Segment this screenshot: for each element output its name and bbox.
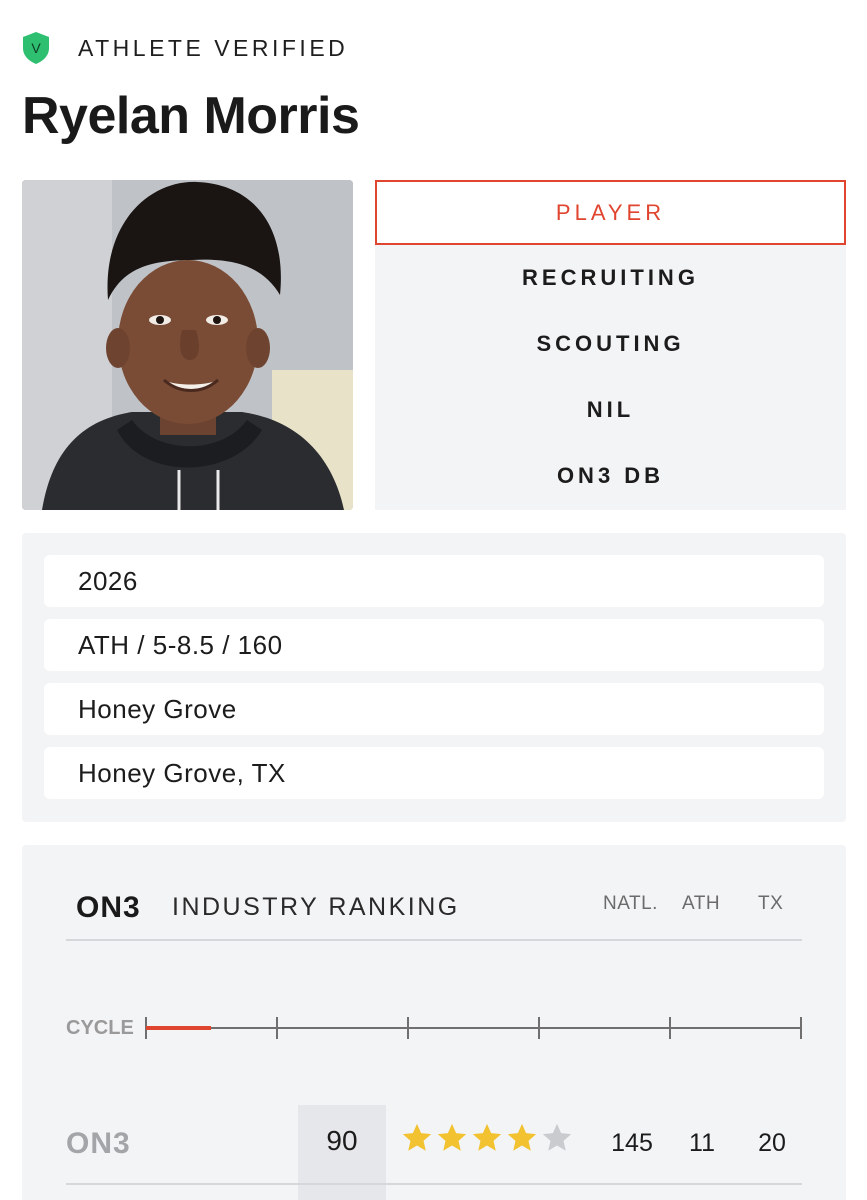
on3-source-logo: ON3	[66, 1127, 131, 1160]
class-year: 2026	[44, 555, 824, 607]
tab-recruiting[interactable]: RECRUITING	[375, 245, 846, 311]
tab-on3-db[interactable]: ON3 DB	[375, 443, 846, 509]
player-photo	[22, 180, 353, 510]
star-filled-icon	[402, 1123, 432, 1151]
star-filled-icon	[472, 1123, 502, 1151]
athlete-verified-row: V ATHLETE VERIFIED	[22, 28, 348, 68]
hometown: Honey Grove, TX	[44, 747, 824, 799]
star-empty-icon	[542, 1123, 572, 1151]
player-name: Ryelan Morris	[22, 87, 360, 145]
profile-nav: PLAYER RECRUITING SCOUTING NIL ON3 DB	[375, 180, 846, 510]
high-school: Honey Grove	[44, 683, 824, 735]
industry-ranking-card: ON3 INDUSTRY RANKING NATL. ATH TX CYCLE …	[22, 845, 846, 1200]
player-profile-page: V ATHLETE VERIFIED Ryelan Morris PLAYER …	[0, 0, 867, 1200]
tab-player[interactable]: PLAYER	[375, 180, 846, 245]
star-rating	[400, 1121, 575, 1155]
verified-shield-icon: V	[23, 32, 49, 64]
star-filled-icon	[507, 1123, 537, 1151]
verified-badge-letter: V	[31, 40, 41, 56]
on3-source-logo-text: ON3	[66, 1127, 131, 1160]
athlete-verified-label: ATHLETE VERIFIED	[78, 34, 349, 61]
tab-nil[interactable]: NIL	[375, 377, 846, 443]
player-photo-illustration	[22, 180, 353, 510]
cycle-timeline	[145, 1017, 802, 1039]
rank-tx: 20	[758, 1129, 786, 1157]
rating-score: 90	[298, 1105, 386, 1200]
row-divider	[66, 1183, 802, 1185]
position-height-weight: ATH / 5-8.5 / 160	[44, 619, 824, 671]
tab-scouting[interactable]: SCOUTING	[375, 311, 846, 377]
star-filled-icon	[437, 1123, 467, 1151]
player-info-card: 2026 ATH / 5-8.5 / 160 Honey Grove Honey…	[22, 533, 846, 822]
rank-natl: 145	[611, 1129, 653, 1157]
rank-ath: 11	[689, 1129, 715, 1157]
